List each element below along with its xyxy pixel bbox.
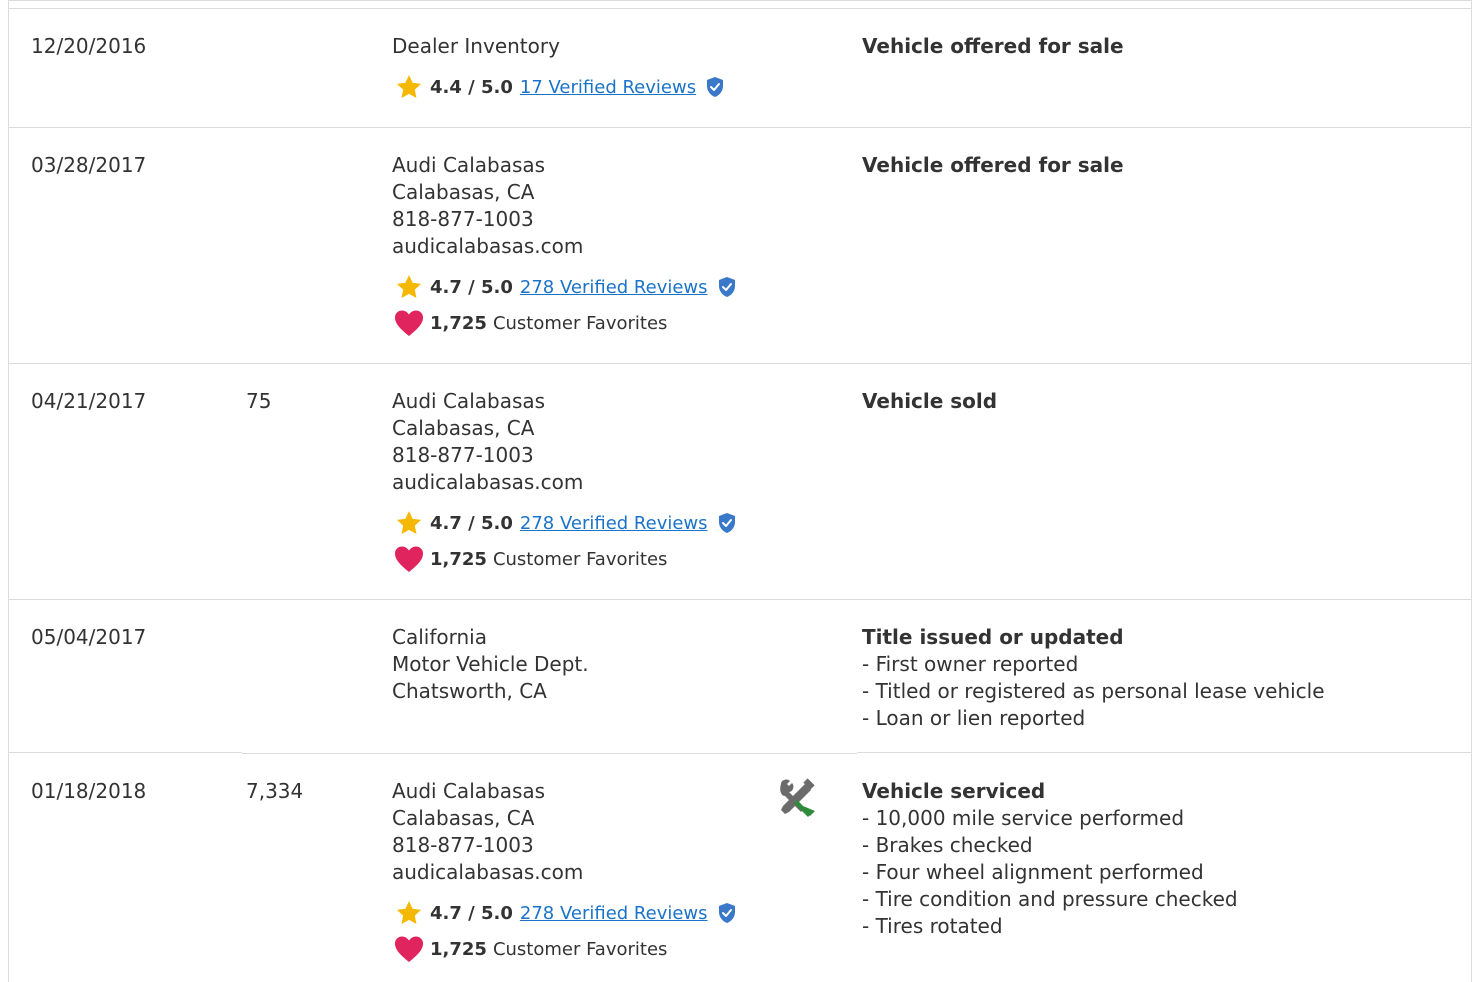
source-line: audicalabasas.com (392, 860, 584, 884)
table-row: 01/18/2018 7,334 Audi Calabasas Calabasa… (9, 754, 1471, 982)
source-line: Audi Calabasas (392, 389, 546, 413)
star-icon (396, 275, 422, 298)
customer-favorites: 1,725 Customer Favorites (392, 308, 772, 338)
rating-score: 4.7 / 5.0 (430, 276, 513, 298)
table-row: 03/28/2017 Audi Calabasas Calabasas, CA … (9, 128, 1471, 364)
service-tools-icon (780, 778, 815, 817)
record-date: 05/04/2017 (31, 625, 147, 649)
record-comments: Vehicle offered for sale (862, 33, 1442, 60)
record-date: 04/21/2017 (31, 389, 147, 413)
record-date: 01/18/2018 (31, 779, 147, 803)
verified-reviews-link[interactable]: 278 Verified Reviews (520, 510, 708, 537)
event-detail: - Loan or lien reported (862, 706, 1086, 730)
favorites-label: Customer Favorites (492, 938, 668, 960)
record-comments: Vehicle sold (862, 388, 1442, 415)
verified-shield-icon (718, 903, 735, 923)
favorites-label: Customer Favorites (492, 548, 668, 570)
event-title: Vehicle sold (862, 389, 998, 413)
event-detail: - Four wheel alignment performed (862, 860, 1204, 884)
favorites-count: 1,725 (430, 548, 487, 570)
event-detail: - Titled or registered as personal lease… (862, 679, 1325, 703)
event-detail: - Tires rotated (862, 914, 1003, 938)
vehicle-history-page: 12/20/2016 Dealer Inventory 4.4 / 5.0 17… (0, 0, 1477, 982)
source-line: Audi Calabasas (392, 779, 546, 803)
record-odometer: 7,334 (246, 779, 304, 803)
verified-reviews-link[interactable]: 278 Verified Reviews (520, 274, 708, 301)
source-line: 818-877-1003 (392, 833, 534, 857)
event-title: Vehicle offered for sale (862, 34, 1124, 58)
record-odometer: 75 (246, 389, 272, 413)
verified-shield-icon (707, 77, 724, 97)
record-source: Dealer Inventory 4.4 / 5.0 17 Verified R… (392, 33, 772, 102)
event-title: Title issued or updated (862, 625, 1124, 649)
record-source: California Motor Vehicle Dept. Chatswort… (392, 624, 772, 705)
record-comments: Title issued or updated - First owner re… (862, 624, 1442, 732)
heart-icon (395, 546, 423, 572)
table-row: 04/21/2017 75 Audi Calabasas Calabasas, … (9, 364, 1471, 600)
event-title: Vehicle serviced (862, 779, 1046, 803)
customer-favorites: 1,725 Customer Favorites (392, 934, 772, 964)
source-line: Audi Calabasas (392, 153, 546, 177)
record-comments: Vehicle serviced - 10,000 mile service p… (862, 778, 1442, 940)
dealer-rating: 4.7 / 5.0 278 Verified Reviews (392, 898, 772, 928)
source-line: Calabasas, CA (392, 416, 535, 440)
customer-favorites: 1,725 Customer Favorites (392, 544, 772, 574)
verified-shield-icon (718, 513, 735, 533)
row-divider (9, 752, 242, 753)
record-date: 12/20/2016 (31, 34, 147, 58)
source-line: Chatsworth, CA (392, 679, 547, 703)
source-line: California (392, 625, 487, 649)
star-icon (396, 511, 422, 534)
source-line: audicalabasas.com (392, 234, 584, 258)
record-source: Audi Calabasas Calabasas, CA 818-877-100… (392, 388, 772, 574)
verified-shield-icon (718, 277, 735, 297)
row-divider (857, 752, 1471, 753)
source-line: 818-877-1003 (392, 207, 534, 231)
record-comments: Vehicle offered for sale (862, 152, 1442, 179)
event-detail: - Brakes checked (862, 833, 1033, 857)
rating-score: 4.7 / 5.0 (430, 512, 513, 534)
rating-score: 4.7 / 5.0 (430, 902, 513, 924)
rating-score: 4.4 / 5.0 (430, 76, 513, 98)
record-date: 03/28/2017 (31, 153, 147, 177)
event-detail: - First owner reported (862, 652, 1079, 676)
favorites-count: 1,725 (430, 938, 487, 960)
source-line: Calabasas, CA (392, 180, 535, 204)
source-line: Dealer Inventory (392, 34, 560, 58)
record-source: Audi Calabasas Calabasas, CA 818-877-100… (392, 152, 772, 338)
favorites-label: Customer Favorites (492, 312, 668, 334)
heart-icon (395, 936, 423, 962)
table-row: 05/04/2017 California Motor Vehicle Dept… (9, 600, 1471, 753)
heart-icon (395, 310, 423, 336)
record-source: Audi Calabasas Calabasas, CA 818-877-100… (392, 778, 772, 964)
source-line: audicalabasas.com (392, 470, 584, 494)
star-icon (396, 901, 422, 924)
dealer-rating: 4.7 / 5.0 278 Verified Reviews (392, 272, 772, 302)
dealer-rating: 4.4 / 5.0 17 Verified Reviews (392, 72, 772, 102)
dealer-rating: 4.7 / 5.0 278 Verified Reviews (392, 508, 772, 538)
source-line: Calabasas, CA (392, 806, 535, 830)
verified-reviews-link[interactable]: 17 Verified Reviews (520, 74, 696, 101)
favorites-count: 1,725 (430, 312, 487, 334)
source-line: Motor Vehicle Dept. (392, 652, 589, 676)
star-icon (396, 75, 422, 98)
verified-reviews-link[interactable]: 278 Verified Reviews (520, 900, 708, 927)
event-title: Vehicle offered for sale (862, 153, 1124, 177)
source-line: 818-877-1003 (392, 443, 534, 467)
table-row: 12/20/2016 Dealer Inventory 4.4 / 5.0 17… (9, 9, 1471, 128)
event-detail: - 10,000 mile service performed (862, 806, 1185, 830)
event-detail: - Tire condition and pressure checked (862, 887, 1238, 911)
